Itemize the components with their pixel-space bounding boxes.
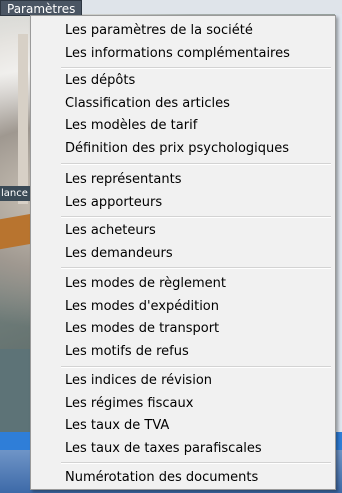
menu-item-taxes-parafiscales[interactable]: Les taux de taxes parafiscales — [31, 438, 335, 461]
menu-item-modeles-tarif[interactable]: Les modèles de tarif — [31, 115, 335, 138]
photo-detail — [18, 34, 28, 204]
menu-separator — [61, 216, 331, 218]
menu-item-modes-reglement[interactable]: Les modes de règlement — [31, 273, 335, 296]
menu-item-informations-complementaires[interactable]: Les informations complémentaires — [31, 43, 335, 66]
menu-group: Les modes de règlement Les modes d'expéd… — [31, 273, 335, 363]
menu-item-parametres-societe[interactable]: Les paramètres de la société — [31, 20, 335, 43]
menu-item-indices-revision[interactable]: Les indices de révision — [31, 370, 335, 393]
menu-group: Les acheteurs Les demandeurs — [31, 220, 335, 265]
menu-separator — [61, 163, 331, 165]
menu-group: Numérotation des documents — [31, 467, 335, 490]
menu-item-acheteurs[interactable]: Les acheteurs — [31, 220, 335, 243]
menu-item-numerotation-documents[interactable]: Numérotation des documents — [31, 467, 335, 490]
menu-group: Les représentants Les apporteurs — [31, 169, 335, 214]
background-panel-edge — [335, 14, 342, 434]
menu-parametres[interactable]: Paramètres — [0, 0, 83, 16]
menu-item-representants[interactable]: Les représentants — [31, 169, 335, 192]
menu-separator — [61, 267, 331, 269]
menu-group: Les paramètres de la société Les informa… — [31, 20, 335, 65]
menu-item-regimes-fiscaux[interactable]: Les régimes fiscaux — [31, 393, 335, 416]
menu-item-prix-psychologiques[interactable]: Définition des prix psychologiques — [31, 138, 335, 161]
menu-item-modes-transport[interactable]: Les modes de transport — [31, 318, 335, 341]
parametres-dropdown-menu: Les paramètres de la société Les informa… — [30, 15, 336, 490]
menu-item-demandeurs[interactable]: Les demandeurs — [31, 243, 335, 266]
menu-item-depots[interactable]: Les dépôts — [31, 70, 335, 93]
menu-group: Les dépôts Classification des articles L… — [31, 70, 335, 160]
menu-item-apporteurs[interactable]: Les apporteurs — [31, 192, 335, 215]
menu-separator — [61, 462, 331, 464]
menu-item-taux-tva[interactable]: Les taux de TVA — [31, 415, 335, 438]
menu-item-motifs-refus[interactable]: Les motifs de refus — [31, 341, 335, 364]
menu-item-modes-expedition[interactable]: Les modes d'expédition — [31, 296, 335, 319]
menu-separator — [61, 67, 331, 69]
menu-separator — [61, 366, 331, 368]
menu-item-classification-articles[interactable]: Classification des articles — [31, 93, 335, 116]
menu-group: Les indices de révision Les régimes fisc… — [31, 370, 335, 460]
